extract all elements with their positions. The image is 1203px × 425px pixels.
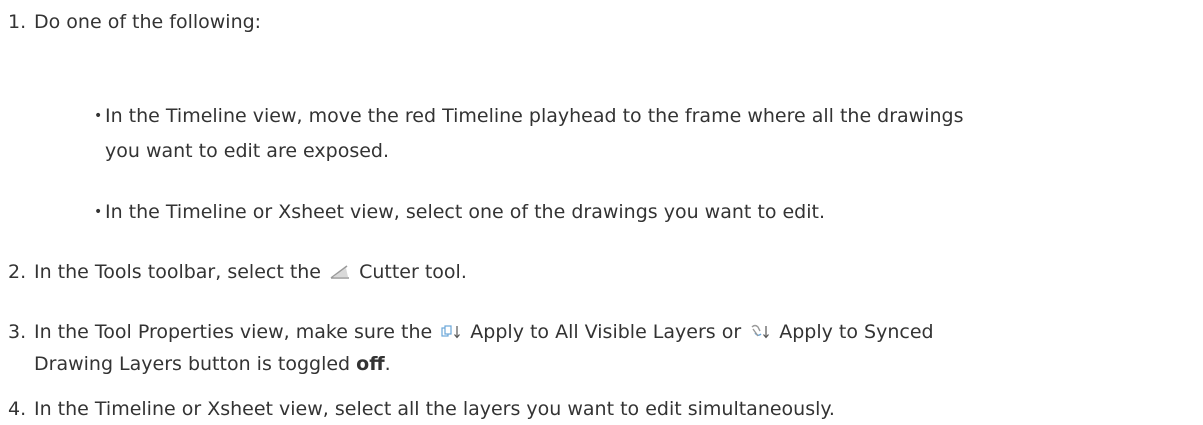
step-text-before: In the Tool Properties view, make sure t… — [34, 321, 433, 343]
step-3-continuation: Drawing Layers button is toggled off. — [34, 348, 391, 380]
step-3: 3. In the Tool Properties view, make sure… — [8, 316, 934, 351]
toggle-state-off: off — [356, 353, 385, 375]
step-2: 2. In the Tools toolbar, select the Cutte… — [8, 256, 467, 291]
bullet-dot: • — [94, 108, 103, 124]
step-text-after: Cutter tool. — [359, 261, 467, 283]
apply-to-synced-drawing-layers-icon — [749, 319, 771, 351]
bullet-item-1: • In the Timeline view, move the red Tim… — [94, 100, 1195, 132]
step-number: 3. — [8, 321, 27, 343]
step-number: 4. — [8, 398, 27, 420]
bullet-text-line-1: In the Timeline view, move the red Timel… — [105, 105, 964, 127]
bullet-item-1-continuation: you want to edit are exposed. — [105, 135, 1195, 167]
step-text-period: . — [384, 353, 391, 375]
step-text-line-2: Drawing Layers button is toggled — [34, 353, 351, 375]
step-number: 1. — [8, 11, 27, 33]
step-number: 2. — [8, 261, 27, 283]
bullet-item-2: • In the Timeline or Xsheet view, select… — [94, 196, 1195, 228]
step-text-middle: Apply to All Visible Layers or — [470, 321, 742, 343]
step-1: 1. Do one of the following: — [8, 6, 261, 38]
step-text: In the Timeline or Xsheet view, select a… — [34, 398, 835, 420]
cutter-icon — [329, 259, 351, 291]
apply-to-all-visible-layers-icon — [440, 319, 462, 351]
bullet-text: In the Timeline or Xsheet view, select o… — [105, 201, 825, 223]
step-text: Do one of the following: — [34, 11, 262, 33]
step-4: 4. In the Timeline or Xsheet view, select… — [8, 393, 835, 425]
step-text-before: In the Tools toolbar, select the — [34, 261, 321, 283]
bullet-text-line-2: you want to edit are exposed. — [105, 140, 390, 162]
bullet-dot: • — [94, 204, 103, 220]
step-text-after: Apply to Synced — [779, 321, 934, 343]
